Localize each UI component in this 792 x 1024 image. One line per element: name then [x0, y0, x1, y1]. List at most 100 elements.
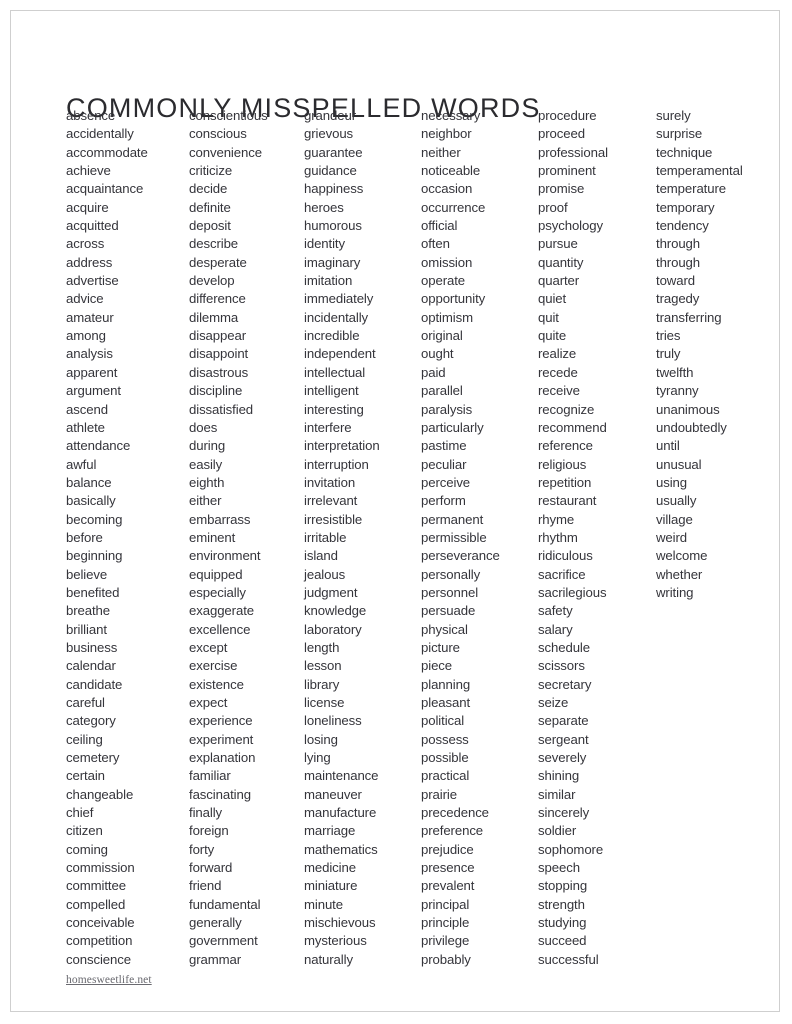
- word-item: strength: [538, 896, 585, 912]
- word-item: accidentally: [66, 126, 134, 142]
- word-item: equipped: [189, 566, 243, 582]
- word-item: writing: [656, 584, 694, 600]
- word-item: truly: [656, 346, 681, 362]
- word-item: across: [66, 236, 105, 252]
- word-item: realize: [538, 346, 577, 362]
- word-item: experiment: [189, 731, 254, 747]
- word-item: competition: [66, 933, 133, 949]
- word-item: seize: [538, 695, 569, 710]
- word-item: conceivable: [66, 915, 135, 931]
- word-item: surely: [656, 108, 691, 123]
- word-item: tragedy: [656, 291, 700, 307]
- word-item: basically: [66, 493, 116, 509]
- word-item: recommend: [538, 419, 607, 435]
- word-item: restaurant: [538, 493, 597, 509]
- word-item: secretary: [538, 676, 592, 692]
- word-item: quiet: [538, 291, 567, 307]
- word-item: professional: [538, 144, 608, 160]
- word-item: practical: [421, 768, 470, 784]
- word-item: promise: [538, 181, 585, 197]
- word-item: accommodate: [66, 144, 148, 160]
- word-item: twelfth: [656, 364, 694, 380]
- word-item: business: [66, 639, 118, 655]
- word-item: schedule: [538, 639, 590, 655]
- word-item: criticize: [189, 163, 233, 179]
- word-item: develop: [189, 273, 235, 289]
- word-item: certain: [66, 768, 105, 784]
- word-item: apparent: [66, 364, 118, 380]
- word-item: neighbor: [421, 126, 472, 142]
- word-item: attendance: [66, 438, 131, 454]
- word-item: maneuver: [304, 786, 362, 802]
- word-item: soldier: [538, 823, 577, 839]
- word-item: dissatisfied: [189, 401, 254, 417]
- word-item: sincerely: [538, 805, 590, 821]
- word-item: physical: [421, 621, 468, 637]
- word-item: proceed: [538, 126, 585, 142]
- word-item: proof: [538, 199, 568, 215]
- word-item: eminent: [189, 529, 236, 545]
- word-item: ought: [421, 346, 454, 362]
- word-item: invitation: [304, 474, 356, 490]
- word-item: similar: [538, 786, 576, 802]
- word-item: minute: [304, 896, 343, 912]
- word-item: undoubtedly: [656, 419, 727, 435]
- word-item: surprise: [656, 126, 703, 142]
- word-item: acquaintance: [66, 181, 144, 197]
- word-item: fundamental: [189, 896, 261, 912]
- word-item: precedence: [421, 805, 489, 821]
- word-item: reference: [538, 438, 593, 454]
- word-item: ceiling: [66, 731, 103, 747]
- word-item: technique: [656, 144, 713, 160]
- word-item: salary: [538, 621, 573, 637]
- footer-attribution[interactable]: homesweetlife.net: [66, 974, 152, 986]
- word-item: original: [421, 328, 463, 344]
- word-item: describe: [189, 236, 239, 252]
- word-item: disappear: [189, 328, 247, 344]
- word-item: except: [189, 639, 228, 655]
- word-item: probably: [421, 951, 471, 967]
- word-item: manufacture: [304, 805, 377, 821]
- word-item: familiar: [189, 768, 231, 784]
- word-item: discipline: [189, 383, 243, 399]
- word-item: scissors: [538, 658, 585, 674]
- word-item: judgment: [304, 584, 358, 600]
- word-item: psychology: [538, 218, 603, 234]
- word-item: possess: [421, 731, 469, 747]
- word-item: paid: [421, 364, 446, 380]
- word-item: desperate: [189, 254, 247, 270]
- word-item: candidate: [66, 676, 123, 692]
- word-item: mysterious: [304, 933, 367, 949]
- word-item: temperature: [656, 181, 727, 197]
- word-item: pursue: [538, 236, 578, 252]
- word-item: omission: [421, 254, 473, 270]
- word-item: library: [304, 676, 340, 692]
- word-column-4: necessary neighbor neither noticeable occasi…: [421, 107, 538, 969]
- word-item: interpretation: [304, 438, 380, 454]
- word-item: interfere: [304, 419, 352, 435]
- word-item: permanent: [421, 511, 484, 527]
- word-item: recede: [538, 364, 578, 380]
- word-item: repetition: [538, 474, 592, 490]
- word-item: breathe: [66, 603, 111, 619]
- word-item: identity: [304, 236, 345, 252]
- word-item: brilliant: [66, 621, 107, 637]
- word-item: interesting: [304, 401, 364, 417]
- word-item: perceive: [421, 474, 471, 490]
- word-item: dilemma: [189, 309, 239, 325]
- word-item: sacrilegious: [538, 584, 607, 600]
- word-item: independent: [304, 346, 376, 362]
- word-item: sacrifice: [538, 566, 586, 582]
- word-item: interruption: [304, 456, 369, 472]
- word-item: personnel: [421, 584, 479, 600]
- word-item: expect: [189, 695, 228, 710]
- word-item: easily: [189, 456, 223, 472]
- word-item: privilege: [421, 933, 470, 949]
- word-item: conscientious: [189, 108, 268, 123]
- word-item: government: [189, 933, 258, 949]
- word-item: guidance: [304, 163, 357, 179]
- word-item: ridiculous: [538, 548, 593, 564]
- word-item: until: [656, 438, 680, 454]
- word-item: rhythm: [538, 529, 578, 545]
- word-item: permissible: [421, 529, 487, 545]
